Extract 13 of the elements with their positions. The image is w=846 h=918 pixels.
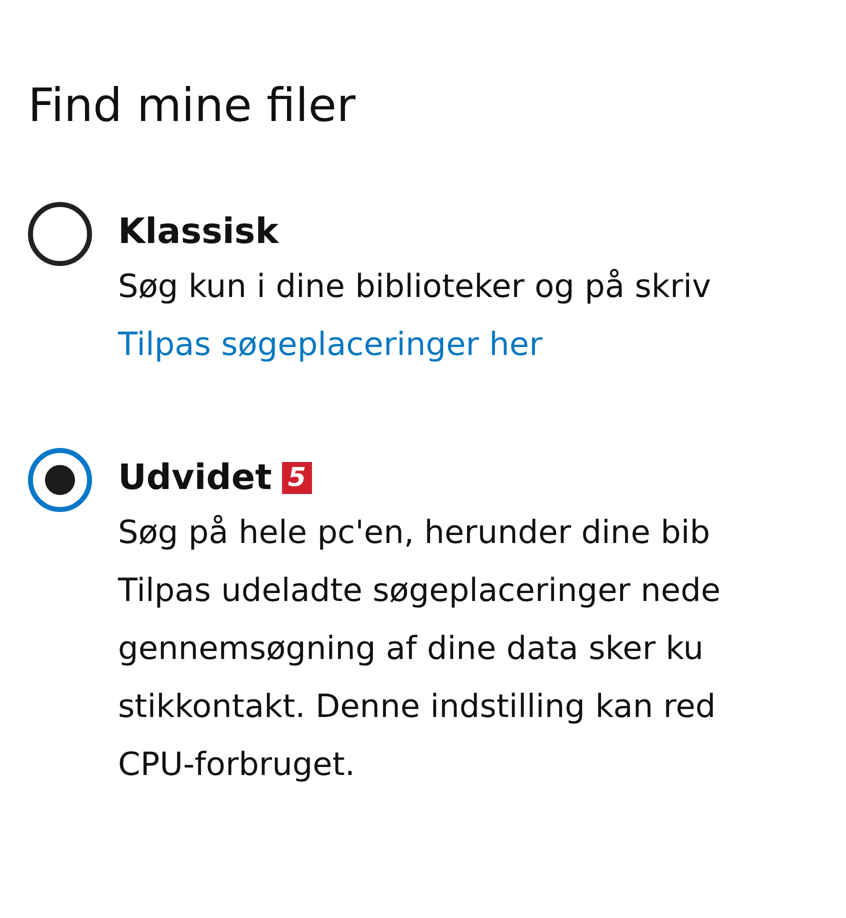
radio-button[interactable] <box>28 448 92 512</box>
radio-button[interactable] <box>28 202 92 266</box>
customize-link[interactable]: Tilpas søgeplaceringer her <box>118 315 542 374</box>
option-label: Klassisk <box>118 212 279 252</box>
description-text: Søg på hele pc'en, herunder dine bib <box>118 512 710 554</box>
description-text: gennemsøgning af dine data sker ku <box>118 628 704 670</box>
page-title: Find mine filer <box>28 78 356 134</box>
description-text: Søg kun i dine biblioteker og på skriv <box>118 266 711 308</box>
description-text: CPU-forbruget. <box>118 744 356 786</box>
description-text: stikkontakt. Denne indstilling kan red <box>118 686 716 728</box>
option-label: Udvidet <box>118 458 272 498</box>
description-text: Tilpas udeladte søgeplaceringer nede <box>118 570 721 612</box>
number-badge: 5 <box>282 462 312 494</box>
